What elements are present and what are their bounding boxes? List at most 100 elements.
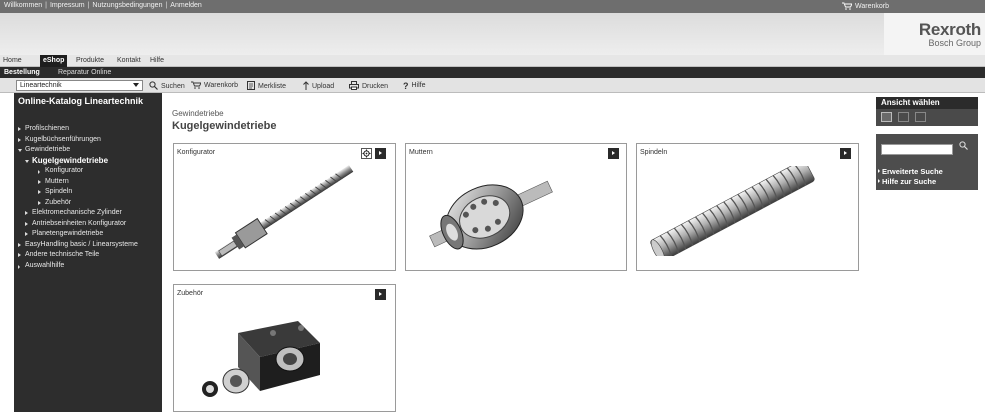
- help-button[interactable]: ? Hilfe: [403, 81, 426, 91]
- sidebar-title: Online-Katalog Lineartechnik: [18, 96, 144, 106]
- search-panel: Erweiterte Suche Hilfe zur Suche: [876, 134, 978, 190]
- cart-button[interactable]: Warenkorb: [191, 81, 238, 90]
- separator: |: [45, 2, 47, 9]
- chevron-right-icon: [18, 264, 20, 269]
- sidebar-item-spindeln[interactable]: Spindeln: [14, 187, 162, 198]
- nav-help[interactable]: Hilfe: [147, 56, 167, 66]
- chevron-right-icon: [38, 179, 41, 184]
- sidebar-item-easyhandling[interactable]: EasyHandling basic / Linearsysteme: [14, 240, 162, 251]
- nav-products[interactable]: Produkte: [73, 56, 107, 66]
- search-help-link[interactable]: Hilfe zur Suche: [878, 177, 936, 186]
- subnav-order[interactable]: Bestellung: [4, 68, 40, 77]
- breadcrumb[interactable]: Gewindetriebe: [172, 109, 224, 118]
- cart-icon: [191, 81, 201, 89]
- separator: |: [165, 2, 168, 9]
- nav-home[interactable]: Home: [0, 56, 25, 66]
- play-icon: [379, 292, 382, 296]
- sidebar-item-gewindetriebe[interactable]: Gewindetriebe: [14, 145, 162, 156]
- view-selector: [876, 109, 978, 126]
- logo-subtext: Bosch Group: [928, 38, 981, 48]
- configure-icon[interactable]: [361, 148, 372, 159]
- chevron-right-icon: [878, 179, 880, 183]
- sidebar-item-kugelgewindetriebe[interactable]: Kugelgewindetriebe: [14, 156, 162, 167]
- left-sidebar: Online-Katalog Lineartechnik Profilschie…: [14, 93, 162, 412]
- logo-text: Rexroth: [918, 20, 981, 39]
- watchlist-icon: [247, 81, 255, 90]
- utility-links: Willkommen | Impressum | Nutzungsbedingungen…: [4, 2, 202, 9]
- watchlist-button[interactable]: Merkliste: [247, 81, 286, 91]
- search-input[interactable]: [881, 144, 953, 155]
- link-imprint[interactable]: Impressum: [50, 2, 85, 9]
- top-cart-label: Warenkorb: [855, 3, 889, 10]
- link-welcome[interactable]: Willkommen: [4, 2, 42, 9]
- top-cart-link[interactable]: Warenkorb: [842, 2, 889, 10]
- chevron-down-icon: [18, 149, 22, 152]
- play-icon: [844, 151, 847, 155]
- advanced-search-link[interactable]: Erweiterte Suche: [878, 167, 943, 176]
- sidebar-item-zubehoer[interactable]: Zubehör: [14, 198, 162, 209]
- sidebar-item-muttern[interactable]: Muttern: [14, 177, 162, 188]
- sidebar-item-konfigurator[interactable]: Konfigurator: [14, 166, 162, 177]
- open-button[interactable]: [608, 148, 619, 159]
- card-title: Muttern: [409, 149, 433, 156]
- play-icon: [379, 151, 382, 155]
- upload-button[interactable]: Upload: [303, 81, 334, 91]
- sidebar-item-kugelbuechsen[interactable]: Kugelbüchsenführungen: [14, 135, 162, 146]
- sidebar-item-auswahlhilfe[interactable]: Auswahlhilfe: [14, 261, 162, 272]
- help-icon: ?: [403, 81, 409, 91]
- brand-strip: [0, 13, 985, 56]
- view-selector-title: Ansicht wählen: [876, 97, 978, 109]
- top-utility-bar: Willkommen | Impressum | Nutzungsbedingungen…: [0, 0, 985, 13]
- subnav-repair[interactable]: Reparatur Online: [58, 68, 111, 77]
- chevron-right-icon: [18, 242, 21, 247]
- sidebar-item-planetengewinde[interactable]: Planetengewindetriebe: [14, 229, 162, 240]
- chevron-right-icon: [25, 221, 28, 226]
- chevron-down-icon: [25, 159, 29, 163]
- card-title: Spindeln: [640, 149, 668, 156]
- accessory-image: [202, 321, 320, 397]
- page-title: Kugelgewindetriebe: [172, 120, 277, 132]
- play-icon: [612, 151, 615, 155]
- search-button[interactable]: Suchen: [149, 81, 185, 91]
- separator: |: [87, 2, 90, 9]
- chevron-right-icon: [18, 137, 21, 142]
- link-login[interactable]: Anmelden: [170, 2, 202, 9]
- print-button[interactable]: Drucken: [349, 81, 388, 91]
- catalog-select[interactable]: Lineartechnik: [16, 80, 143, 91]
- card-title: Zubehör: [177, 290, 204, 297]
- sidebar-item-elektromech-zylinder[interactable]: Elektromechanische Zylinder: [14, 208, 162, 219]
- sub-nav: Bestellung Reparatur Online: [0, 67, 985, 78]
- main-nav: Home eShop Produkte Kontakt Hilfe: [0, 55, 985, 67]
- screw-drive-image: [214, 165, 354, 259]
- open-button[interactable]: [840, 148, 851, 159]
- chevron-right-icon: [38, 200, 41, 205]
- catalog-select-value: Lineartechnik: [20, 82, 62, 89]
- list-view-icon[interactable]: [898, 112, 909, 122]
- nav-eshop[interactable]: eShop: [40, 55, 68, 67]
- help-label: Hilfe: [411, 82, 426, 89]
- chevron-right-icon: [25, 211, 28, 215]
- product-card-konfigurator[interactable]: Konfigurator: [173, 143, 396, 271]
- open-button[interactable]: [375, 148, 386, 159]
- product-card-muttern[interactable]: Muttern: [405, 143, 627, 271]
- sidebar-item-antriebseinheiten[interactable]: Antriebseinheiten Konfigurator: [14, 219, 162, 230]
- product-card-zubehoer[interactable]: Zubehör: [173, 284, 396, 412]
- nav-contact[interactable]: Kontakt: [114, 56, 144, 66]
- upload-label: Upload: [312, 83, 335, 90]
- grid-view-icon[interactable]: [881, 112, 892, 122]
- product-card-spindeln[interactable]: Spindeln: [636, 143, 859, 271]
- chevron-down-icon: [133, 83, 139, 87]
- print-label: Drucken: [362, 83, 389, 90]
- search-icon: [149, 81, 158, 90]
- search-icon[interactable]: [959, 141, 968, 150]
- sidebar-item-andere-teile[interactable]: Andere technische Teile: [14, 250, 162, 261]
- watchlist-label: Merkliste: [258, 83, 287, 90]
- cart-icon: [842, 2, 853, 10]
- table-view-icon[interactable]: [915, 112, 926, 122]
- spindle-image: [650, 166, 815, 256]
- toolbar: [0, 78, 985, 93]
- link-terms[interactable]: Nutzungsbedingungen: [92, 2, 162, 9]
- open-button[interactable]: [375, 289, 386, 300]
- sidebar-item-profilschienen[interactable]: Profilschienen: [14, 124, 162, 135]
- rexroth-logo[interactable]: Rexroth Bosch Group: [884, 13, 985, 56]
